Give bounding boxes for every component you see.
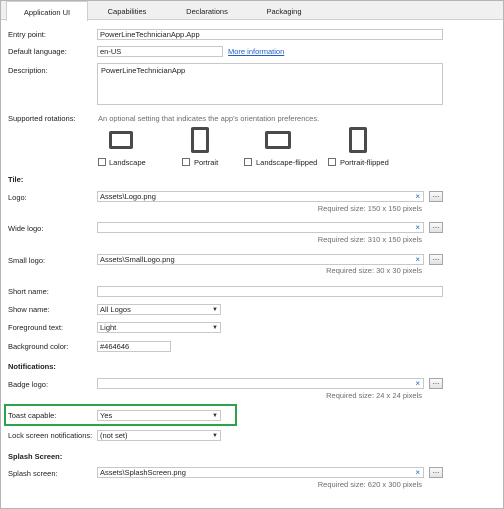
rotations-hint: An optional setting that indicates the a… bbox=[98, 114, 320, 123]
foreground-text-label: Foreground text: bbox=[8, 323, 64, 332]
short-name-input[interactable] bbox=[97, 286, 443, 297]
portrait-label: Portrait bbox=[194, 158, 219, 167]
landscape-flipped-device-icon bbox=[265, 131, 291, 149]
wide-logo-browse-button[interactable]: ... bbox=[429, 222, 443, 233]
lock-screen-notifications-select[interactable]: (not set) ▼ bbox=[97, 430, 221, 441]
landscape-device-icon bbox=[109, 131, 133, 149]
manifest-designer: Application UI Capabilities Declarations… bbox=[0, 0, 504, 509]
small-logo-clear-icon[interactable]: × bbox=[415, 255, 420, 264]
lock-screen-notifications-label: Lock screen notifications: bbox=[8, 431, 93, 440]
logo-value: Assets\Logo.png bbox=[100, 192, 156, 201]
lock-screen-notifications-value: (not set) bbox=[100, 431, 128, 440]
entry-point-label: Entry point: bbox=[8, 30, 46, 39]
background-color-input[interactable]: #464646 bbox=[97, 341, 171, 352]
splash-screen-clear-icon[interactable]: × bbox=[415, 468, 420, 477]
supported-rotations-label: Supported rotations: bbox=[8, 114, 76, 123]
show-name-select[interactable]: All Logos ▼ bbox=[97, 304, 221, 315]
wide-logo-input[interactable]: × bbox=[97, 222, 424, 233]
chevron-down-icon: ▼ bbox=[212, 413, 218, 419]
tab-capabilities[interactable]: Capabilities bbox=[89, 1, 165, 20]
tab-packaging[interactable]: Packaging bbox=[249, 1, 319, 20]
show-name-label: Show name: bbox=[8, 305, 50, 314]
chevron-down-icon: ▼ bbox=[212, 325, 218, 331]
portrait-flipped-checkbox[interactable] bbox=[328, 158, 336, 166]
portrait-flipped-device-icon bbox=[349, 127, 367, 153]
portrait-flipped-label: Portrait-flipped bbox=[340, 158, 389, 167]
splash-screen-browse-button[interactable]: ... bbox=[429, 467, 443, 478]
notifications-section-heading: Notifications: bbox=[8, 362, 56, 371]
wide-logo-label: Wide logo: bbox=[8, 224, 44, 233]
chevron-down-icon: ▼ bbox=[212, 433, 218, 439]
portrait-checkbox[interactable] bbox=[182, 158, 190, 166]
logo-label: Logo: bbox=[8, 193, 27, 202]
toast-capable-select[interactable]: Yes ▼ bbox=[97, 410, 221, 421]
more-information-link[interactable]: More information bbox=[228, 47, 284, 56]
landscape-label: Landscape bbox=[109, 158, 146, 167]
default-language-input[interactable]: en-US bbox=[97, 46, 223, 57]
default-language-label: Default language: bbox=[8, 47, 67, 56]
chevron-down-icon: ▼ bbox=[212, 307, 218, 313]
portrait-device-icon bbox=[191, 127, 209, 153]
tile-section-heading: Tile: bbox=[8, 175, 24, 184]
badge-logo-input[interactable]: × bbox=[97, 378, 424, 389]
logo-required-size: Required size: 150 x 150 pixels bbox=[317, 204, 422, 213]
tab-declarations[interactable]: Declarations bbox=[167, 1, 247, 20]
tab-application-ui[interactable]: Application UI bbox=[6, 1, 88, 21]
splash-screen-section-heading: Splash Screen: bbox=[8, 452, 63, 461]
description-textarea[interactable]: PowerLineTechnicianApp bbox=[97, 63, 443, 105]
wide-logo-clear-icon[interactable]: × bbox=[415, 223, 420, 232]
background-color-label: Background color: bbox=[8, 342, 69, 351]
logo-input[interactable]: Assets\Logo.png × bbox=[97, 191, 424, 202]
logo-browse-button[interactable]: ... bbox=[429, 191, 443, 202]
toast-capable-label: Toast capable: bbox=[8, 411, 57, 420]
short-name-label: Short name: bbox=[8, 287, 49, 296]
small-logo-label: Small logo: bbox=[8, 256, 46, 265]
badge-logo-label: Badge logo: bbox=[8, 380, 49, 389]
splash-screen-label: Splash screen: bbox=[8, 469, 58, 478]
landscape-flipped-checkbox[interactable] bbox=[244, 158, 252, 166]
description-label: Description: bbox=[8, 66, 48, 75]
landscape-flipped-label: Landscape-flipped bbox=[256, 158, 318, 167]
toast-capable-value: Yes bbox=[100, 411, 113, 420]
small-logo-required-size: Required size: 30 x 30 pixels bbox=[326, 266, 422, 275]
small-logo-input[interactable]: Assets\SmallLogo.png × bbox=[97, 254, 424, 265]
badge-logo-browse-button[interactable]: ... bbox=[429, 378, 443, 389]
foreground-text-select[interactable]: Light ▼ bbox=[97, 322, 221, 333]
wide-logo-required-size: Required size: 310 x 150 pixels bbox=[317, 235, 422, 244]
badge-logo-required-size: Required size: 24 x 24 pixels bbox=[326, 391, 422, 400]
badge-logo-clear-icon[interactable]: × bbox=[415, 379, 420, 388]
logo-clear-icon[interactable]: × bbox=[415, 192, 420, 201]
landscape-checkbox[interactable] bbox=[98, 158, 106, 166]
small-logo-browse-button[interactable]: ... bbox=[429, 254, 443, 265]
foreground-text-value: Light bbox=[100, 323, 117, 332]
splash-screen-input[interactable]: Assets\SplashScreen.png × bbox=[97, 467, 424, 478]
small-logo-value: Assets\SmallLogo.png bbox=[100, 255, 175, 264]
entry-point-input[interactable]: PowerLineTechnicianApp.App bbox=[97, 29, 443, 40]
splash-screen-required-size: Required size: 620 x 300 pixels bbox=[317, 480, 422, 489]
splash-screen-value: Assets\SplashScreen.png bbox=[100, 468, 186, 477]
tab-bar: Application UI Capabilities Declarations… bbox=[1, 1, 503, 21]
show-name-value: All Logos bbox=[100, 305, 131, 314]
